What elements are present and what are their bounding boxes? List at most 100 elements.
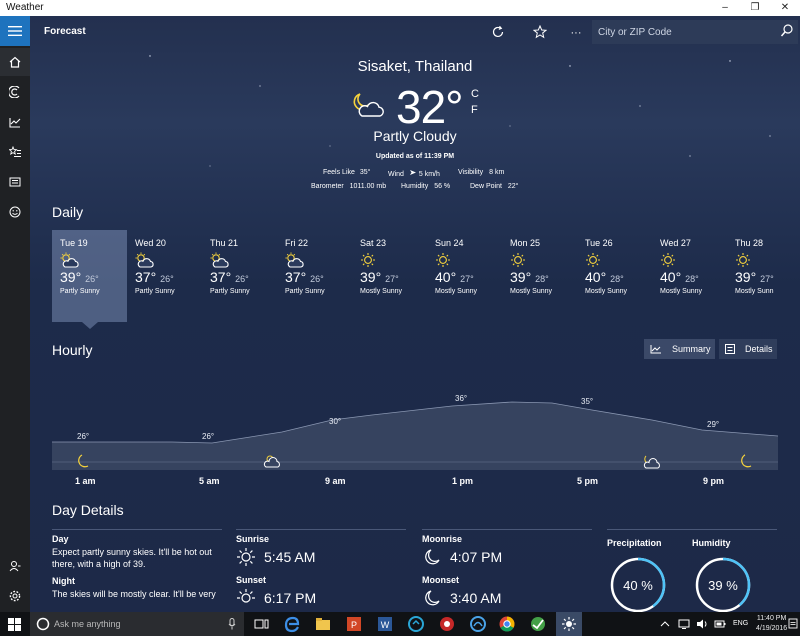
taskbar-search (30, 612, 244, 636)
weather-taskbar-button[interactable] (556, 612, 582, 636)
nav-feedback[interactable] (0, 198, 30, 226)
day-tile[interactable]: Thu 28 39° 27° Mostly Sunn (727, 230, 800, 322)
visibility-label: Visibility (458, 169, 484, 176)
dewpoint-value: 22° (507, 183, 519, 190)
celsius-toggle[interactable]: C (471, 86, 479, 102)
day-tile[interactable]: Mon 25 39° 28° Mostly Sunny (502, 230, 577, 322)
precipitation-value: 40 % (623, 578, 653, 593)
window-titlebar: Weather – ❐ ✕ (0, 0, 800, 16)
news-icon (9, 177, 21, 187)
word-icon[interactable]: W (376, 615, 394, 633)
hourly-area (52, 402, 778, 470)
person-icon (9, 561, 21, 572)
barometer-value: 1011.00 mb (349, 183, 387, 190)
sunset-label: Sunset (236, 575, 267, 585)
city-search-box (592, 20, 798, 44)
humidity-label: Humidity (401, 183, 429, 190)
moon-times: Moonrise 4:07 PM Moonset 3:40 AM (422, 534, 592, 608)
maximize-button[interactable]: ❐ (740, 0, 770, 16)
day-high: 39° (60, 269, 82, 285)
nav-places[interactable] (0, 138, 30, 166)
network-icon[interactable] (678, 618, 690, 630)
star-list-icon (9, 146, 21, 157)
day-high: 37° (210, 269, 232, 285)
list-icon (725, 344, 735, 354)
fahrenheit-toggle[interactable]: F (471, 102, 479, 118)
divider (236, 529, 406, 530)
taskbar-clock[interactable]: 11:40 PM 4/19/2016 (756, 614, 787, 634)
chrome-icon[interactable] (498, 615, 516, 633)
file-explorer-icon[interactable] (314, 615, 332, 633)
day-low: 26° (310, 274, 324, 284)
smiley-icon (9, 206, 21, 218)
more-button[interactable]: ··· (566, 24, 586, 42)
hourly-time-label: 5 am (199, 476, 220, 486)
day-temps: 37° 26° (285, 269, 352, 285)
day-tile[interactable]: Wed 27 40° 28° Mostly Sunny (652, 230, 727, 322)
city-search-input[interactable] (598, 24, 768, 40)
partly-sunny-icon (210, 252, 277, 268)
visibility-value: 8 km (489, 169, 505, 176)
wind-label: Wind (388, 171, 404, 178)
powerpoint-icon[interactable]: P (345, 615, 363, 633)
hourly-time-label: 9 am (325, 476, 346, 486)
day-tile[interactable]: Wed 20 37° 26° Partly Sunny (127, 230, 202, 322)
hourly-temp-label: 36° (455, 394, 467, 403)
volume-icon[interactable] (696, 618, 708, 630)
green-app-icon[interactable] (529, 615, 547, 633)
battery-icon[interactable] (714, 618, 726, 630)
hamburger-menu-button[interactable] (0, 16, 30, 46)
day-tile[interactable]: Thu 21 37° 26° Partly Sunny (202, 230, 277, 322)
favorite-button[interactable] (530, 23, 550, 41)
refresh-button[interactable] (488, 23, 508, 41)
day-tile[interactable]: Fri 22 37° 26° Partly Sunny (277, 230, 352, 322)
day-tile[interactable]: Tue 19 39° 26° Partly Sunny (52, 230, 127, 322)
notifications-icon[interactable] (788, 618, 798, 630)
barometer-stat: Barometer 1011.00 mb (311, 183, 386, 190)
partly-sunny-icon (135, 252, 202, 268)
moonrise-value: 4:07 PM (450, 549, 503, 565)
precipitation-label: Precipitation (607, 538, 662, 548)
window-title: Weather (6, 2, 44, 13)
day-name: Sat 23 (360, 238, 387, 248)
nav-account[interactable] (0, 552, 30, 580)
dewpoint-label: Dew Point (470, 183, 502, 190)
minimize-button[interactable]: – (710, 0, 740, 16)
nav-forecast[interactable] (0, 48, 30, 76)
day-high: 37° (285, 269, 307, 285)
taskbar-search-input[interactable] (54, 617, 214, 631)
day-name: Wed 27 (660, 238, 691, 248)
language-indicator[interactable]: ENG (733, 620, 748, 627)
day-high: 39° (510, 269, 532, 285)
home-icon (9, 56, 21, 68)
edge-icon[interactable] (283, 615, 301, 633)
red-app-icon[interactable] (438, 615, 456, 633)
microphone-icon[interactable] (228, 618, 236, 630)
day-label: Day (52, 534, 69, 544)
blue-app-icon[interactable] (469, 615, 487, 633)
selected-day-indicator (82, 322, 98, 329)
day-tile[interactable]: Tue 26 40° 28° Mostly Sunny (577, 230, 652, 322)
nav-settings[interactable] (0, 582, 30, 610)
day-condition: Mostly Sunny (360, 288, 403, 295)
day-temps: 39° 28° (510, 269, 577, 285)
close-button[interactable]: ✕ (770, 0, 800, 16)
start-button[interactable] (8, 618, 21, 636)
nav-news[interactable] (0, 168, 30, 196)
day-tile[interactable]: Sat 23 39° 27° Mostly Sunny (352, 230, 427, 322)
day-temps: 39° 26° (60, 269, 127, 285)
daily-heading: Daily (52, 204, 84, 220)
nav-historical[interactable] (0, 108, 30, 136)
day-tile[interactable]: Sun 24 40° 27° Mostly Sunny (427, 230, 502, 322)
moon-icon (425, 549, 440, 565)
details-toggle-button[interactable]: Details (719, 339, 777, 359)
divider (607, 529, 777, 530)
clock-date: 4/19/2016 (756, 625, 788, 632)
nav-maps[interactable] (0, 78, 30, 106)
summary-toggle-button[interactable]: Summary (644, 339, 715, 359)
task-view-icon[interactable] (252, 615, 270, 633)
hourly-time-label: 1 am (75, 476, 96, 486)
search-button[interactable] (780, 23, 794, 44)
browser-app-icon[interactable] (407, 615, 425, 633)
chevron-up-icon[interactable] (660, 620, 670, 628)
